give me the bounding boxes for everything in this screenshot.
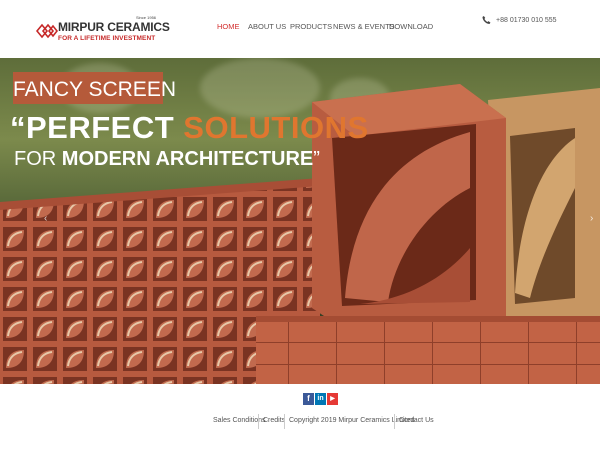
slider-prev-arrow[interactable]: ‹ — [44, 213, 47, 224]
facebook-icon[interactable]: f — [303, 393, 314, 405]
hero-subline-close: ” — [313, 148, 320, 170]
footer-links: Sales Conditions Credits Copyright 2019 … — [0, 413, 600, 429]
footer-divider — [284, 414, 285, 429]
phone-icon — [482, 15, 491, 25]
slider-next-arrow[interactable]: › — [590, 213, 593, 224]
social-links: f in ▶ — [303, 393, 339, 405]
linkedin-icon[interactable]: in — [315, 393, 326, 405]
hero-subline: FOR MODERN ARCHITECTURE” — [14, 148, 320, 171]
site-header: Since 1956 MIRPUR CERAMICS FOR A LIFETIM… — [0, 0, 600, 58]
brand-tagline: FOR A LIFETIME INVESTMENT — [58, 35, 156, 42]
youtube-icon[interactable]: ▶ — [327, 393, 338, 405]
header-contact[interactable]: +88 01730 010 555 — [482, 15, 557, 27]
footer-divider — [394, 414, 395, 429]
hero-label-box: FANCY SCREEN — [13, 72, 176, 104]
phone-number: +88 01730 010 555 — [496, 17, 557, 24]
hero-subline-bold: MODERN ARCHITECTURE — [61, 148, 314, 170]
hero-banner: ‹ › FANCY SCREEN “PERFECT SOLUTIONS FOR … — [0, 58, 600, 384]
hero-headline-open: “PERFECT — [10, 110, 184, 145]
nav-item-news-events[interactable]: NEWS & EVENTS — [333, 22, 395, 31]
footer-link-contact-us[interactable]: Contact Us — [399, 417, 434, 424]
nav-item-download[interactable]: DOWNLOAD — [389, 22, 433, 31]
nav-item-products[interactable]: PRODUCTS — [290, 22, 332, 31]
hero-headline: “PERFECT SOLUTIONS — [10, 110, 369, 146]
hero-brick-scene — [0, 84, 600, 384]
hero-label: FANCY SCREEN — [13, 78, 176, 101]
footer-link-credits[interactable]: Credits — [263, 417, 285, 424]
footer-divider — [258, 414, 259, 429]
nav-item-about-us[interactable]: ABOUT US — [248, 22, 286, 31]
hero-subline-pre: FOR — [14, 148, 62, 170]
nav-item-home[interactable]: HOME — [217, 22, 240, 31]
page: Since 1956 MIRPUR CERAMICS FOR A LIFETIM… — [0, 0, 600, 450]
footer-copyright: Copyright 2019 Mirpur Ceramics Limited — [289, 417, 415, 424]
hero-headline-accent: SOLUTIONS — [183, 110, 369, 145]
